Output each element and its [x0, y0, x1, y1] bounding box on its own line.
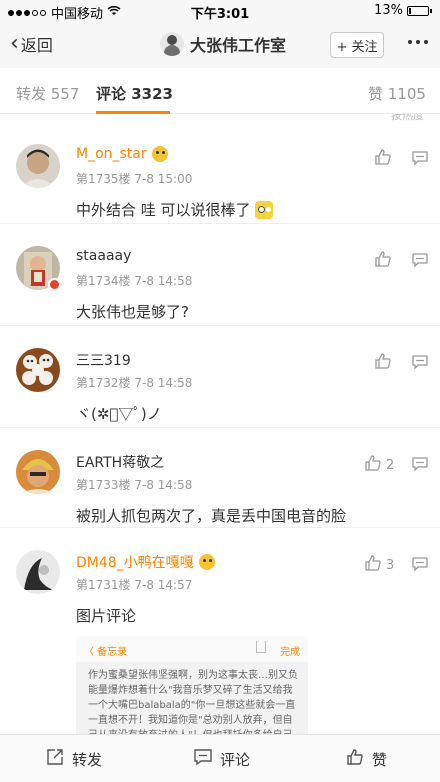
- like-count: 3: [386, 557, 395, 573]
- avatar[interactable]: [16, 550, 60, 594]
- comment-text: 大张伟也是够了?: [76, 301, 189, 322]
- comment-label: 评论: [220, 750, 251, 769]
- back-label: 返回: [20, 36, 53, 55]
- memo-done-label: 完成: [280, 647, 300, 658]
- repost-icon: [46, 748, 64, 770]
- battery-fill: [409, 7, 411, 14]
- comment-text: 中外结合 哇 可以说很棒了: [76, 199, 273, 220]
- author-name: M_on_star: [76, 146, 147, 162]
- share-icon: [256, 641, 266, 653]
- vip-icon: [198, 554, 215, 570]
- battery-icon: [407, 5, 429, 16]
- nav-bar: ‹ 返回 大张伟工作室 + 关注: [0, 22, 440, 68]
- comment-meta: 第1735楼 7-8 15:00: [76, 172, 193, 186]
- author-name: 三三319: [76, 353, 131, 369]
- vip-icon: [151, 146, 168, 162]
- comment-item: staaaay 第1734楼 7-8 14:58 大张伟也是够了?: [0, 224, 440, 326]
- tab-repost[interactable]: 转发 557: [16, 83, 79, 104]
- thumbs-up-icon: [374, 148, 392, 170]
- comment-button[interactable]: 评论: [194, 748, 250, 770]
- tab-bar: 转发 557 评论 3323 赞 1105: [0, 68, 440, 114]
- comment-body: 被别人抓包两次了，真是丢中国电音的脸: [76, 507, 347, 525]
- avatar: [160, 32, 184, 56]
- reply-button[interactable]: [412, 150, 428, 170]
- memo-header: 〈 备忘录 完成: [76, 636, 308, 662]
- thumbs-up-icon: [364, 554, 382, 576]
- avatar[interactable]: [16, 348, 60, 392]
- comment-item: 三三319 第1732楼 7-8 14:58 ヾ(✲ﾟ▽ﾟ)ノ: [0, 326, 440, 428]
- comment-text: 被别人抓包两次了，真是丢中国电音的脸: [76, 505, 346, 526]
- comment-meta: 第1733楼 7-8 14:58: [76, 478, 193, 492]
- comment-item: EARTH蒋敬之 第1733楼 7-8 14:58 被别人抓包两次了，真是丢中国…: [0, 428, 440, 528]
- like-label: 赞: [372, 750, 388, 769]
- comment-item: M_on_star 第1735楼 7-8 15:00 中外结合 哇 可以说很棒了: [0, 122, 440, 224]
- follow-button[interactable]: + 关注: [330, 32, 384, 58]
- battery-tip: [430, 8, 432, 13]
- comment-text: ヾ(✲ﾟ▽ﾟ)ノ: [76, 403, 162, 424]
- sort-hint[interactable]: 按热度: [391, 114, 424, 122]
- comment-author[interactable]: DM48_小鸭在嘎嘎: [76, 552, 215, 572]
- comment-author[interactable]: staaaay: [76, 248, 131, 264]
- avatar[interactable]: [16, 144, 60, 188]
- comment-author[interactable]: EARTH蒋敬之: [76, 452, 164, 472]
- comment-meta: 第1731楼 7-8 14:57: [76, 578, 193, 592]
- battery-indicator: 13%: [374, 3, 432, 18]
- comment-body: 中外结合 哇 可以说很棒了: [76, 201, 251, 219]
- author-name: EARTH蒋敬之: [76, 455, 165, 471]
- nav-title-group[interactable]: 大张伟工作室: [160, 32, 286, 56]
- thumbs-up-icon: [374, 250, 392, 272]
- like-button[interactable]: [374, 352, 396, 374]
- reply-button[interactable]: [412, 556, 428, 576]
- comment-icon: [412, 253, 428, 272]
- bottom-toolbar: 转发 评论 赞: [0, 734, 440, 782]
- tab-likes[interactable]: 赞 1105: [368, 83, 426, 104]
- status-badge: [48, 278, 61, 291]
- comment-body: 图片评论: [76, 607, 137, 625]
- comment-list: M_on_star 第1735楼 7-8 15:00 中外结合 哇 可以说很棒了…: [0, 122, 440, 782]
- repost-button[interactable]: 转发: [46, 748, 102, 770]
- chevron-left-icon: ‹: [10, 31, 19, 56]
- like-button[interactable]: [374, 250, 396, 272]
- comment-icon: [194, 748, 212, 770]
- comment-icon: [412, 355, 428, 374]
- emoji-icon: [254, 200, 273, 219]
- author-name: staaaay: [76, 248, 132, 264]
- avatar[interactable]: [16, 450, 60, 494]
- author-name: DM48_小鸭在嘎嘎: [76, 555, 194, 571]
- comment-body: 大张伟也是够了?: [76, 303, 189, 321]
- comment-icon: [412, 151, 428, 170]
- reply-button[interactable]: [412, 456, 428, 476]
- comment-meta: 第1732楼 7-8 14:58: [76, 376, 193, 390]
- like-button[interactable]: 3: [364, 554, 394, 576]
- more-icon[interactable]: [404, 40, 428, 44]
- thumbs-up-icon: [364, 454, 382, 476]
- battery-percent: 13%: [374, 3, 403, 18]
- memo-back-label: 〈 备忘录: [84, 647, 128, 658]
- like-button[interactable]: 赞: [346, 748, 387, 770]
- comment-author[interactable]: M_on_star: [76, 146, 168, 162]
- comment-icon: [412, 457, 428, 476]
- like-button[interactable]: [374, 148, 396, 170]
- thumbs-up-icon: [374, 352, 392, 374]
- comment-meta: 第1734楼 7-8 14:58: [76, 274, 193, 288]
- reply-button[interactable]: [412, 252, 428, 272]
- like-count: 2: [386, 457, 395, 473]
- thumbs-up-icon: [346, 748, 364, 770]
- comment-text: 图片评论: [76, 605, 136, 626]
- like-button[interactable]: 2: [364, 454, 394, 476]
- reply-button[interactable]: [412, 354, 428, 374]
- comment-icon: [412, 557, 428, 576]
- tab-comments[interactable]: 评论 3323: [96, 83, 173, 104]
- tab-active-indicator: [96, 111, 170, 114]
- page-title: 大张伟工作室: [190, 36, 287, 55]
- back-button[interactable]: ‹ 返回: [10, 32, 53, 56]
- comment-author[interactable]: 三三319: [76, 350, 131, 370]
- repost-label: 转发: [72, 750, 103, 769]
- comment-body: ヾ(✲ﾟ▽ﾟ)ノ: [76, 405, 162, 423]
- status-bar: 中国移动 下午3:01 13%: [0, 0, 440, 22]
